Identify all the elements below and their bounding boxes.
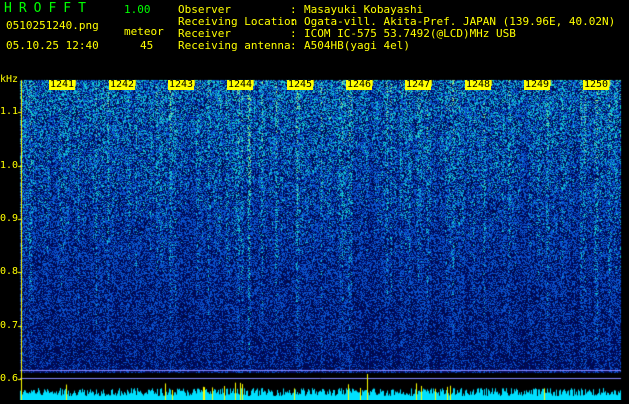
y-tick-label: 0.7 xyxy=(0,320,19,331)
x-tick-label: 1248 xyxy=(465,79,492,90)
x-tick-label: 1241 xyxy=(49,79,76,90)
x-tick-label: 1246 xyxy=(346,79,373,90)
x-tick-label: 1243 xyxy=(168,79,195,90)
x-tick-label: 1242 xyxy=(109,79,136,90)
capture-filename: 0510251240.png xyxy=(6,19,99,32)
meteor-count: 45 xyxy=(140,39,154,52)
y-tick-label: 0.8 xyxy=(0,266,19,277)
info-separator: : xyxy=(290,39,297,52)
x-tick-label: 1249 xyxy=(524,79,551,90)
y-tick-label: 0.9 xyxy=(0,213,19,224)
info-value: A504HB(yagi 4el) xyxy=(304,39,410,52)
capture-datetime: 05.10.25 12:40 xyxy=(6,39,99,52)
meteor-label: meteor xyxy=(124,25,164,38)
spectrogram-panel xyxy=(0,76,629,400)
info-key: Receiving antenna xyxy=(178,39,291,52)
spectrogram-canvas xyxy=(0,76,629,400)
y-tick-label: 1.0 xyxy=(0,160,19,171)
x-tick-label: 1247 xyxy=(405,79,432,90)
x-tick-label: 1244 xyxy=(227,79,254,90)
y-tick-label: 1.1 xyxy=(0,106,19,117)
app-title: HROFFT xyxy=(4,1,93,16)
info-row: Receiving antenna: A504HB(yagi 4el) xyxy=(178,40,410,52)
y-tick-label: 0.6 xyxy=(0,373,19,384)
x-tick-label: 1245 xyxy=(287,79,314,90)
x-tick-label: 1250 xyxy=(583,79,610,90)
app-version: 1.00 xyxy=(124,3,151,16)
y-axis-unit: kHz xyxy=(0,74,19,85)
